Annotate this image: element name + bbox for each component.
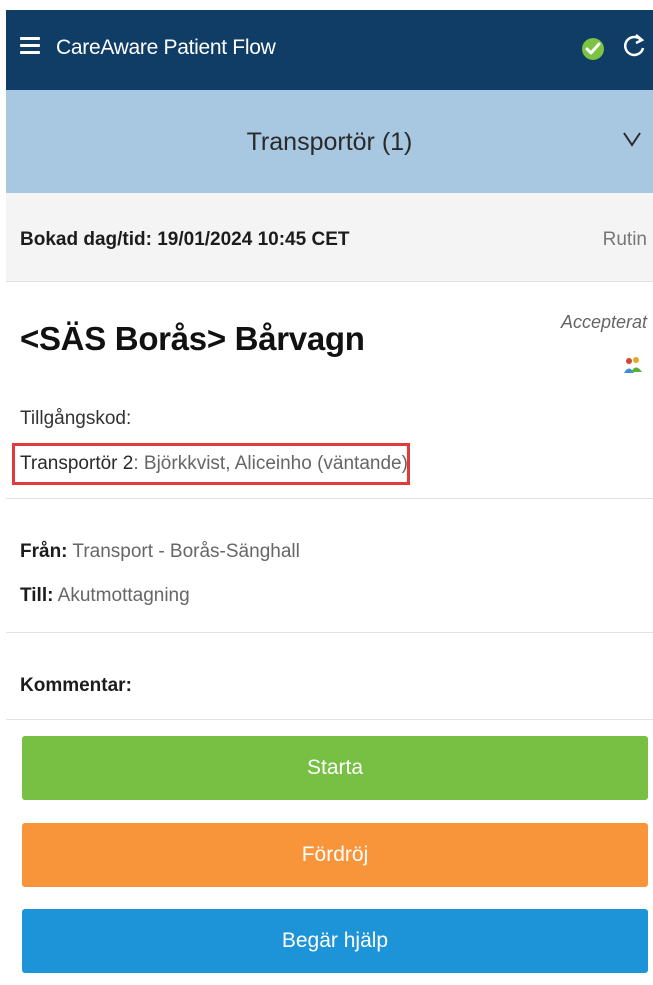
transporter-assignment: Transportör 2: Björkkvist, Aliceinho (vä… xyxy=(20,453,408,475)
till-line: Till: Akutmottagning xyxy=(20,585,190,607)
check-circle-icon xyxy=(582,38,604,60)
booked-datetime: Bokad dag/tid: 19/01/2024 10:45 CET xyxy=(20,229,350,250)
refresh-icon[interactable] xyxy=(622,32,648,62)
comment-section: Kommentar: xyxy=(6,633,653,720)
transport-details: <SÄS Borås> Bårvagn Accepterat Tillgångs… xyxy=(6,282,653,499)
route-section: Från: Transport - Borås-Sänghall Till: A… xyxy=(6,499,653,633)
app-frame: CareAware Patient Flow Transportör (1) B… xyxy=(6,10,653,985)
resource-title: <SÄS Borås> Bårvagn xyxy=(20,320,365,357)
access-code-label: Tillgångskod: xyxy=(20,408,132,429)
booking-row: Bokad dag/tid: 19/01/2024 10:45 CET Ruti… xyxy=(6,193,653,282)
transporter-value: : Björkkvist, Aliceinho (väntande) xyxy=(133,453,408,474)
till-value: Akutmottagning xyxy=(53,585,190,606)
till-key: Till: xyxy=(20,585,54,606)
transporter-key: Transportör 2 xyxy=(20,453,134,474)
priority-label: Rutin xyxy=(602,229,647,250)
delay-button[interactable]: Fördröj xyxy=(22,823,648,887)
menu-icon[interactable] xyxy=(20,37,40,57)
from-key: Från: xyxy=(20,541,68,562)
top-bar: CareAware Patient Flow xyxy=(6,10,653,90)
app-title: CareAware Patient Flow xyxy=(56,36,276,59)
request-help-button[interactable]: Begär hjälp xyxy=(22,909,648,973)
from-line: Från: Transport - Borås-Sänghall xyxy=(20,541,300,563)
start-button[interactable]: Starta xyxy=(22,736,648,800)
chevron-down-icon[interactable] xyxy=(622,130,642,153)
people-icon xyxy=(623,356,643,381)
from-value: Transport - Borås-Sänghall xyxy=(67,541,300,562)
transport-section-header[interactable]: Transportör (1) xyxy=(6,90,653,193)
status-text: Accepterat xyxy=(560,312,647,332)
section-title: Transportör (1) xyxy=(246,128,413,156)
comment-label: Kommentar: xyxy=(20,675,132,696)
